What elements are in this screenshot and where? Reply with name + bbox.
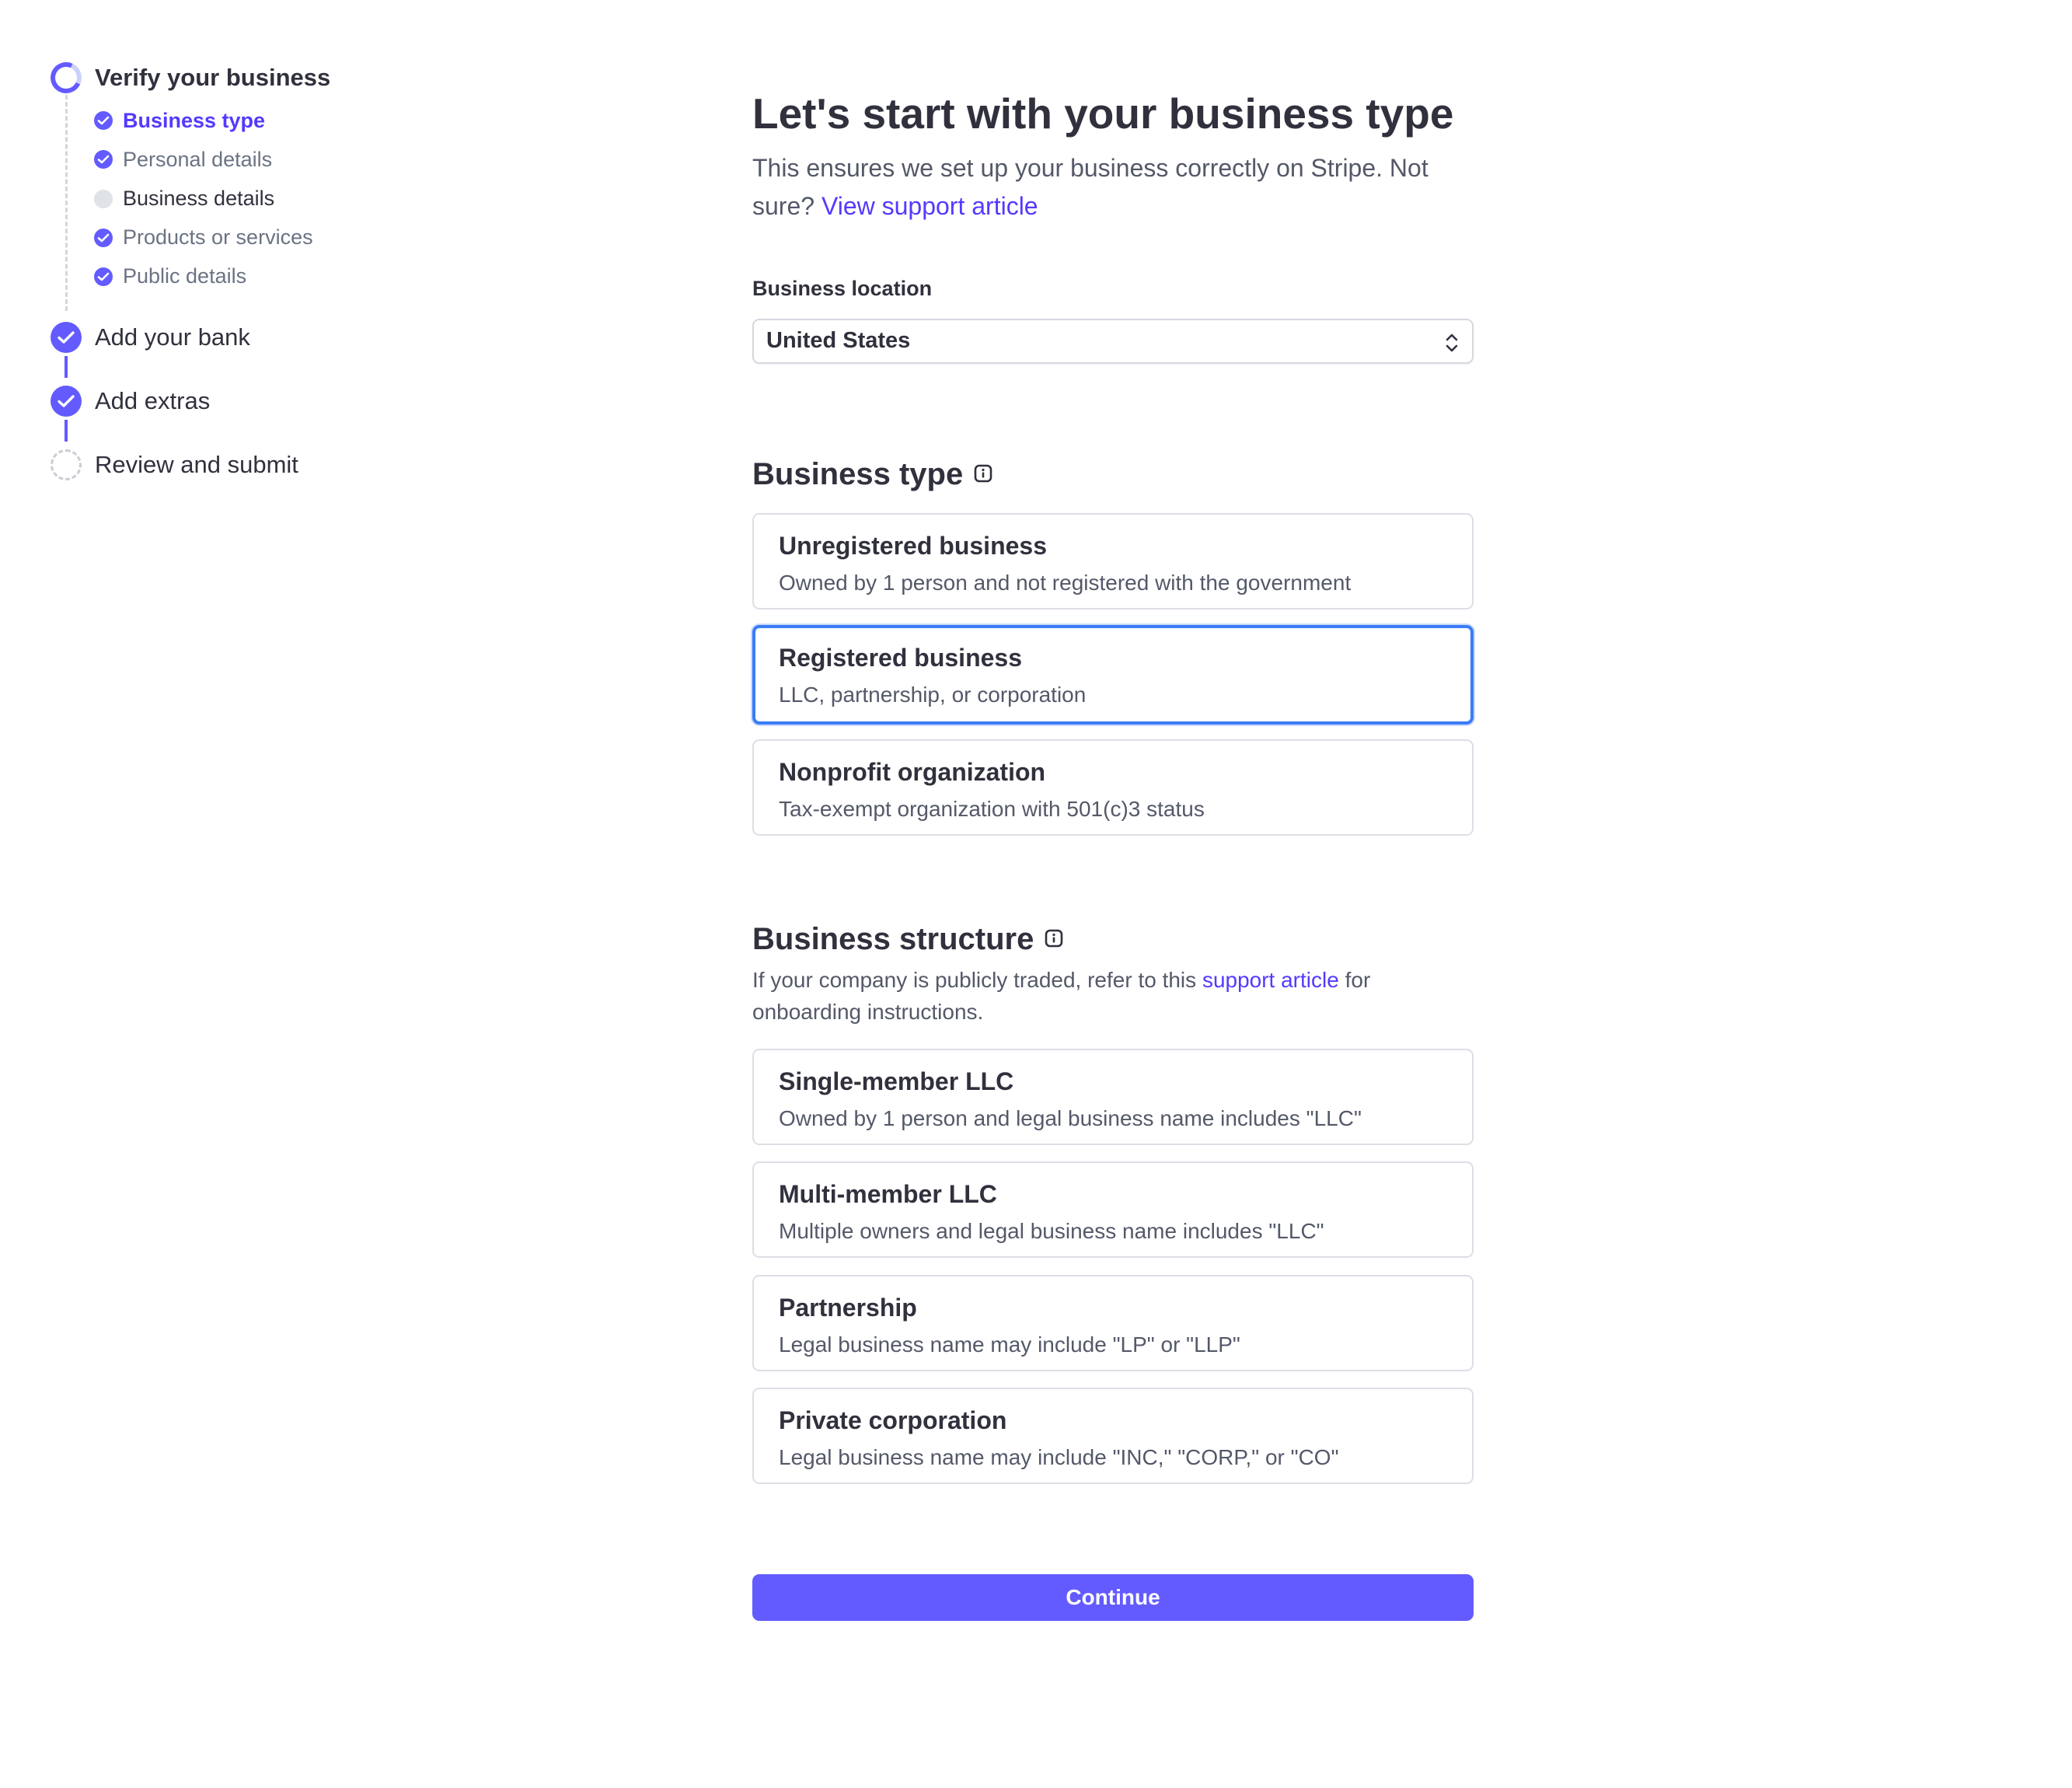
option-description: LLC, partnership, or corporation: [779, 683, 1087, 707]
option-nonprofit-organization[interactable]: Nonprofit organization Tax-exempt organi…: [752, 739, 1474, 836]
step-connector-solid: [65, 356, 68, 378]
option-title: Partnership: [779, 1294, 917, 1322]
option-description: Multiple owners and legal business name …: [779, 1219, 1324, 1243]
check-circle-icon: [94, 150, 113, 169]
substep-label: Products or services: [123, 225, 313, 249]
business-location-label: Business location: [752, 277, 933, 300]
check-circle-icon: [94, 267, 113, 286]
incomplete-circle-icon: [51, 449, 82, 480]
option-multi-member-llc[interactable]: Multi-member LLC Multiple owners and leg…: [752, 1161, 1474, 1258]
support-article-link[interactable]: support article: [1202, 968, 1339, 992]
step-label: Review and submit: [95, 451, 298, 478]
check-circle-icon: [51, 322, 82, 353]
page-subtitle: This ensures we set up your business cor…: [752, 149, 1474, 225]
option-description: Owned by 1 person and legal business nam…: [779, 1106, 1362, 1130]
option-partnership[interactable]: Partnership Legal business name may incl…: [752, 1275, 1474, 1371]
substep-label: Public details: [123, 264, 247, 288]
incomplete-dot-icon: [94, 190, 113, 208]
in-progress-icon: [46, 58, 86, 98]
step-label: Verify your business: [95, 64, 331, 91]
option-description: Tax-exempt organization with 501(c)3 sta…: [779, 797, 1205, 821]
continue-button[interactable]: Continue: [752, 1574, 1474, 1621]
business-structure-heading: Business structure: [752, 919, 1063, 959]
option-title: Multi-member LLC: [779, 1180, 997, 1208]
option-title: Private corporation: [779, 1406, 1007, 1434]
substep-label: Business details: [123, 187, 275, 210]
option-title: Unregistered business: [779, 532, 1047, 560]
option-description: Owned by 1 person and not registered wit…: [779, 571, 1352, 595]
step-label: Add extras: [95, 387, 211, 414]
business-type-heading: Business type: [752, 454, 992, 494]
substep-label: Business type: [123, 109, 266, 132]
substep-label: Personal details: [123, 148, 273, 171]
page-title: Let's start with your business type: [752, 89, 1454, 138]
option-unregistered-business[interactable]: Unregistered business Owned by 1 person …: [752, 513, 1474, 609]
step-label: Add your bank: [95, 323, 250, 351]
onboarding-stepper: Verify your business Business type Perso…: [0, 0, 544, 544]
option-title: Nonprofit organization: [779, 758, 1046, 786]
option-registered-business[interactable]: Registered business LLC, partnership, or…: [752, 625, 1474, 725]
section-heading-text: Business type: [752, 457, 964, 491]
business-structure-description: If your company is publicly traded, refe…: [752, 964, 1474, 1028]
chevron-up-down-icon: [1446, 334, 1458, 352]
option-title: Single-member LLC: [779, 1067, 1014, 1095]
info-icon[interactable]: [974, 464, 992, 483]
section-heading-text: Business structure: [752, 922, 1034, 956]
business-location-select[interactable]: United States: [752, 319, 1474, 364]
check-circle-icon: [94, 111, 113, 130]
option-single-member-llc[interactable]: Single-member LLC Owned by 1 person and …: [752, 1049, 1474, 1145]
step-connector-solid: [65, 420, 68, 442]
option-title: Registered business: [779, 644, 1022, 672]
selected-country: United States: [766, 328, 911, 353]
desc-text: If your company is publicly traded, refe…: [752, 968, 1197, 992]
option-description: Legal business name may include "INC," "…: [779, 1445, 1339, 1469]
option-description: Legal business name may include "LP" or …: [779, 1332, 1240, 1357]
support-article-link[interactable]: View support article: [821, 192, 1038, 220]
option-private-corporation[interactable]: Private corporation Legal business name …: [752, 1388, 1474, 1484]
step-connector-dashed: [65, 95, 68, 311]
check-circle-icon: [51, 386, 82, 417]
check-circle-icon: [94, 229, 113, 247]
info-icon[interactable]: [1045, 929, 1063, 948]
